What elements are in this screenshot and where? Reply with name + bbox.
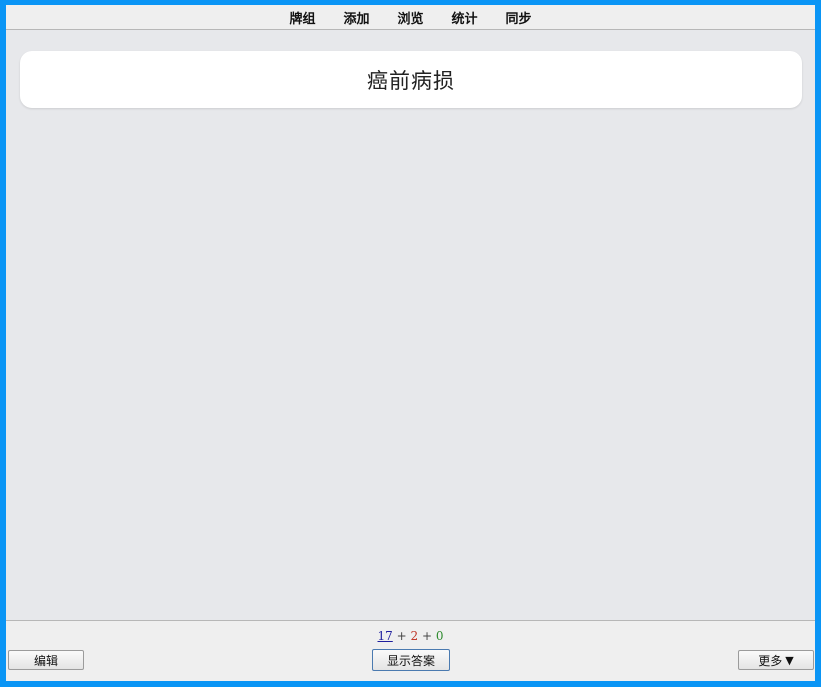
show-answer-label: 显示答案 [386, 653, 435, 668]
learn-count: 2 [410, 629, 419, 643]
bottom-toolbar: 17 + 2 + 0 编辑 显示答案 更多 ▼ [6, 620, 815, 681]
card-front: 癌前病损 [20, 51, 802, 108]
top-toolbar: 牌组 添加 浏览 统计 同步 [6, 5, 815, 30]
edit-button-label: 编辑 [33, 653, 58, 668]
due-counts: 17 + 2 + 0 [6, 629, 815, 643]
more-button[interactable]: 更多 ▼ [738, 650, 814, 670]
nav-sync[interactable]: 同步 [505, 8, 533, 27]
nav-stats[interactable]: 统计 [451, 8, 479, 27]
edit-button[interactable]: 编辑 [8, 650, 84, 670]
main-nav: 牌组 添加 浏览 统计 同步 [6, 8, 815, 27]
dropdown-triangle-icon: ▼ [785, 653, 794, 667]
count-separator: + [396, 629, 407, 643]
reviewer-window: 牌组 添加 浏览 统计 同步 癌前病损 17 + 2 + 0 编辑 显示答案 更… [6, 5, 815, 681]
show-answer-button[interactable]: 显示答案 [372, 649, 450, 671]
nav-add[interactable]: 添加 [342, 8, 370, 27]
new-count: 17 [377, 629, 393, 643]
nav-decks[interactable]: 牌组 [288, 8, 316, 27]
more-button-label: 更多 [758, 653, 783, 668]
count-separator: + [421, 629, 433, 643]
review-count: 0 [435, 629, 444, 643]
card-front-text: 癌前病损 [367, 68, 455, 93]
nav-browse[interactable]: 浏览 [396, 8, 424, 27]
